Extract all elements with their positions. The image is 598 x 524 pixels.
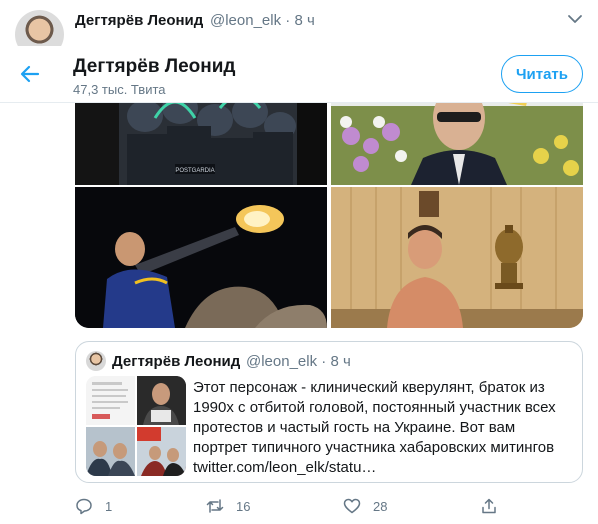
reply-count: 1 [105,498,113,514]
quoted-thumb-man [137,376,186,425]
quoted-author-avatar [86,351,106,371]
quoted-tweet-text: Этот персонаж - клинический кверулянт, б… [193,378,573,478]
retweet-icon [206,499,224,513]
retweet-button[interactable]: 16 [206,494,250,518]
quoted-media-thumbnails [86,376,186,476]
reply-icon [76,498,92,515]
retweet-count: 16 [236,498,251,514]
quoted-tweet[interactable]: Дегтярёв Леонид @leon_elk · 8 ч Этот пер… [75,341,583,483]
author-handle[interactable]: @leon_elk [210,12,281,29]
tweet-actions: 1 16 28 [75,494,583,518]
quoted-thumb-protest [137,427,186,476]
photo-caption: POSTGARDIA [175,168,214,174]
quoted-text-link[interactable]: twitter.com/leon_elk/statu… [193,458,573,478]
tweet-header: Дегтярёв Леонид @leon_elk · 8 ч [0,0,598,59]
quoted-author-handle: @leon_elk [246,353,318,370]
author-handle-and-time[interactable]: @leon_elk · 8 ч [210,12,315,29]
quoted-text-line: протестов и частый гость на Украине. Вот… [193,419,516,436]
quoted-thumb-document [86,376,135,425]
heart-icon [343,498,361,514]
quoted-author-name: Дегтярёв Леонид [112,353,241,370]
tweet-count: 47,3 тыс. Твита [73,82,166,97]
share-button[interactable] [480,494,510,518]
quoted-tweet-time: · 8 ч [321,353,351,370]
profile-title: Дегтярёв Леонид [73,56,236,77]
quoted-text-line: 1990х с отбитой головой, постоянный учас… [193,399,556,416]
tweet-time[interactable]: · 8 ч [285,12,315,29]
photo-man-with-weapon[interactable] [75,187,327,328]
profile-sticky-header: Дегтярёв Леонид 47,3 тыс. Твита Читать [0,46,598,103]
quoted-author-handle-and-time: @leon_elk · 8 ч [246,353,351,370]
follow-button[interactable]: Читать [501,55,583,93]
quoted-text-line: портрет типичного участника хабаровских … [193,439,555,456]
back-arrow-icon[interactable] [18,62,42,86]
chevron-down-icon[interactable] [566,10,584,28]
like-count: 28 [373,498,388,514]
share-icon [482,498,496,514]
quoted-thumb-crowd [86,427,135,476]
quoted-text-line: Этот персонаж - клинический кверулянт, б… [193,379,545,396]
author-name[interactable]: Дегтярёв Леонид [75,12,203,29]
photo-shirtless-man-samovar[interactable] [331,187,583,328]
reply-button[interactable]: 1 [75,494,112,518]
like-button[interactable]: 28 [343,494,387,518]
